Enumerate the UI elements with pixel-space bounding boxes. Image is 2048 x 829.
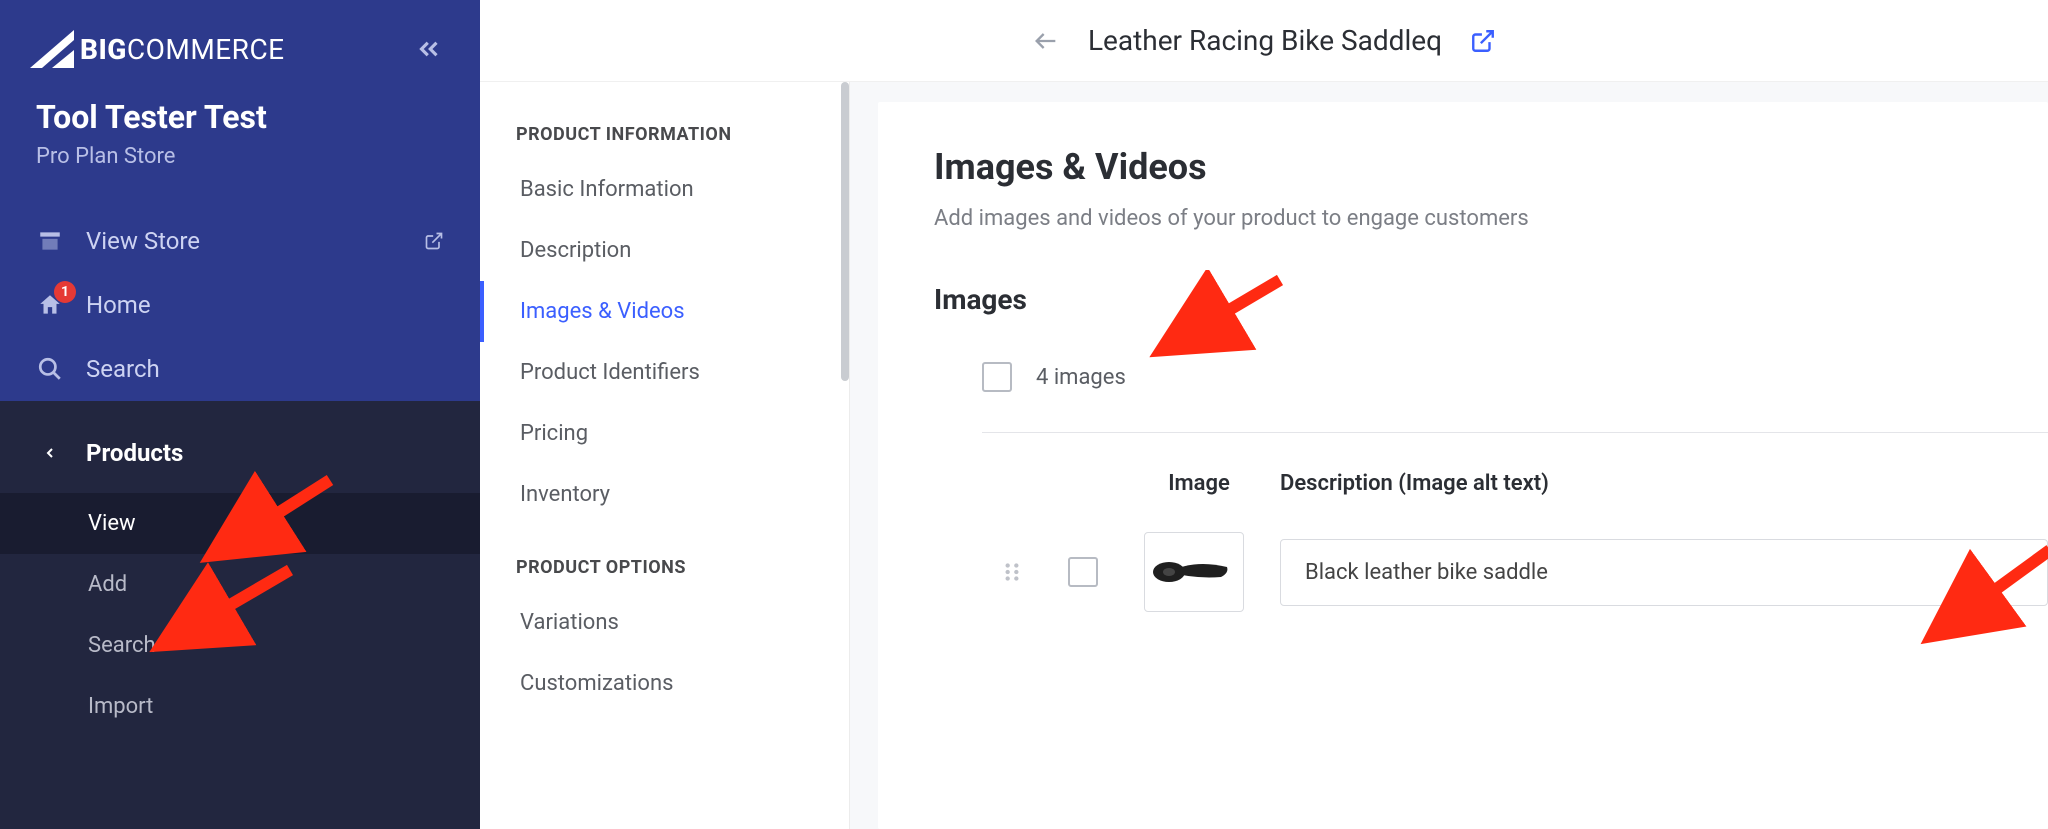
search-icon — [36, 355, 64, 383]
external-link-icon — [424, 231, 444, 251]
notification-badge: 1 — [54, 281, 76, 303]
row-checkbox[interactable] — [1068, 557, 1098, 587]
workspace: PRODUCT INFORMATION Basic Information De… — [480, 82, 2048, 829]
brand-big: BIG — [80, 33, 127, 66]
nav-label: View Store — [86, 227, 402, 255]
sidebar-section-products: Products View Add Search Import — [0, 401, 480, 829]
col-header-alt: Description (Image alt text) — [1280, 471, 2048, 496]
page-title: Leather Racing Bike Saddleq — [1088, 24, 1442, 57]
subnav-import[interactable]: Import — [0, 676, 480, 737]
store-info: Tool Tester Test Pro Plan Store — [0, 92, 480, 201]
secnav-basic-info[interactable]: Basic Information — [480, 159, 849, 220]
logo-mark-icon — [30, 30, 74, 68]
images-table-header: Image Description (Image alt text) — [982, 457, 2048, 522]
nav-label: Search — [86, 355, 444, 383]
panel-description: Add images and videos of your product to… — [934, 206, 2048, 231]
secnav-group-title: PRODUCT OPTIONS — [480, 543, 849, 592]
subnav-view[interactable]: View — [0, 493, 480, 554]
store-plan: Pro Plan Store — [36, 144, 444, 169]
nav-label: Home — [86, 291, 444, 319]
main-area: Leather Racing Bike Saddleq PRODUCT INFO… — [480, 0, 2048, 829]
content-panel: Images & Videos Add images and videos of… — [878, 102, 2048, 829]
brand-logo: BIGCOMMERCE — [30, 30, 285, 68]
subnav-add[interactable]: Add — [0, 554, 480, 615]
col-header-image: Image — [1144, 471, 1254, 496]
sidebar-header: BIGCOMMERCE — [0, 0, 480, 92]
secnav-identifiers[interactable]: Product Identifiers — [480, 342, 849, 403]
store-name: Tool Tester Test — [36, 98, 444, 136]
collapse-sidebar-icon[interactable] — [414, 34, 444, 64]
secnav-inventory[interactable]: Inventory — [480, 464, 849, 525]
back-arrow-icon[interactable] — [1032, 27, 1060, 55]
nav-home[interactable]: 1 Home — [0, 273, 480, 337]
chevron-left-icon — [36, 442, 64, 464]
primary-nav: View Store 1 Home Search — [0, 201, 480, 401]
brand-rest: COMMERCE — [127, 33, 285, 66]
storefront-icon — [36, 227, 64, 255]
topbar: Leather Racing Bike Saddleq — [480, 0, 2048, 82]
secnav-variations[interactable]: Variations — [480, 592, 849, 653]
content-panel-wrapper: Images & Videos Add images and videos of… — [850, 82, 2048, 829]
images-count-row: 4 images — [982, 350, 2048, 433]
select-all-checkbox[interactable] — [982, 362, 1012, 392]
images-count: 4 images — [1036, 365, 1126, 390]
subnav-search[interactable]: Search — [0, 615, 480, 676]
secnav-customizations[interactable]: Customizations — [480, 653, 849, 714]
nav-view-store[interactable]: View Store — [0, 209, 480, 273]
images-block: 4 images Image Description (Image alt te… — [934, 350, 2048, 622]
image-thumbnail[interactable] — [1144, 532, 1244, 612]
sidebar: BIGCOMMERCE Tool Tester Test Pro Plan St… — [0, 0, 480, 829]
section-title: Products — [86, 439, 183, 467]
panel-heading: Images & Videos — [934, 146, 2048, 188]
section-header-products[interactable]: Products — [0, 413, 480, 493]
secnav-pricing[interactable]: Pricing — [480, 403, 849, 464]
secnav-description[interactable]: Description — [480, 220, 849, 281]
section-heading-images: Images — [934, 283, 2048, 316]
alt-text-input[interactable] — [1280, 539, 2048, 606]
secnav-images-videos[interactable]: Images & Videos — [480, 281, 849, 342]
image-row — [982, 522, 2048, 622]
secondary-nav: PRODUCT INFORMATION Basic Information De… — [480, 82, 850, 829]
nav-search[interactable]: Search — [0, 337, 480, 401]
secnav-group-title: PRODUCT INFORMATION — [480, 110, 849, 159]
open-external-icon[interactable] — [1470, 28, 1496, 54]
drag-handle-icon[interactable] — [982, 559, 1042, 585]
